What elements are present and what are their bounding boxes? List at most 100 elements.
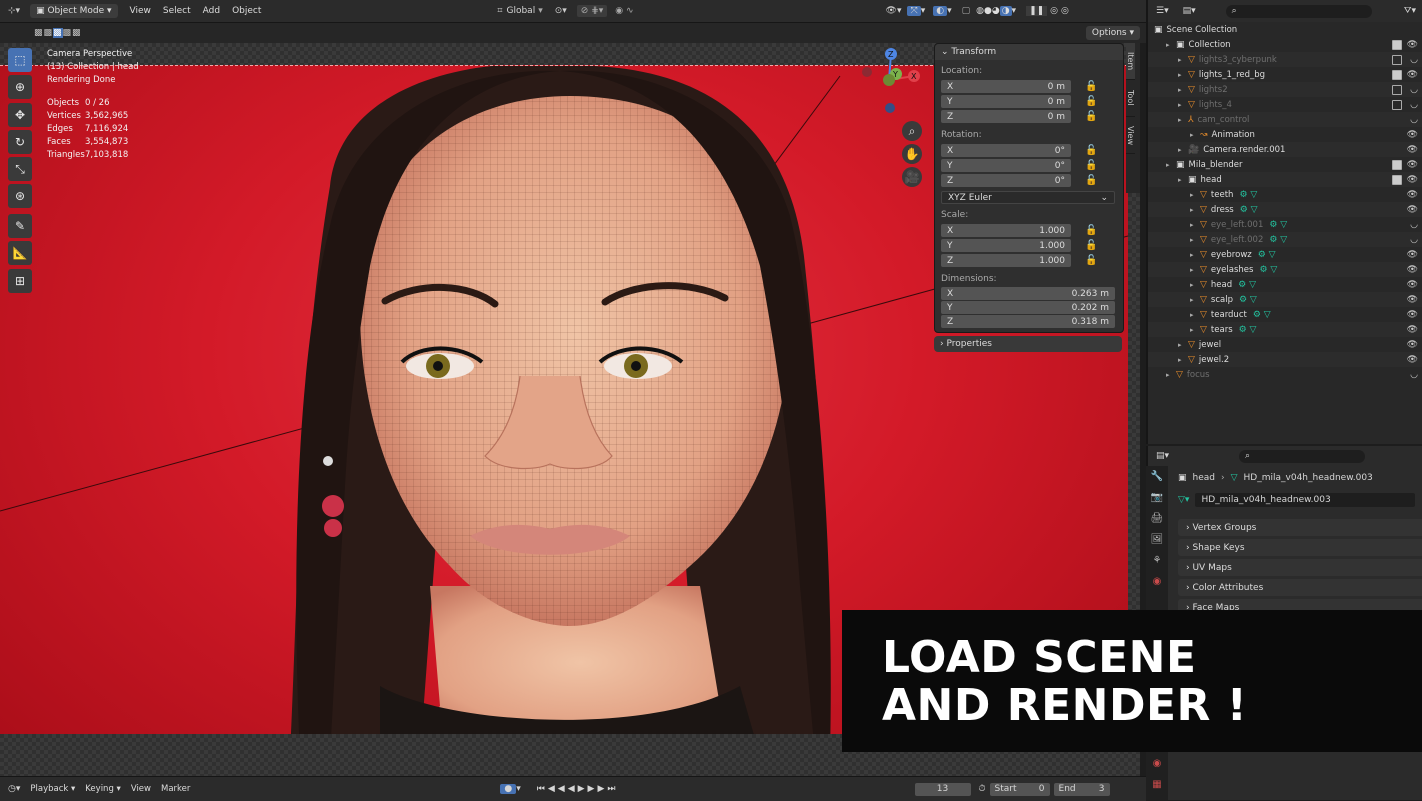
- scene-tab-icon[interactable]: ⚘: [1146, 550, 1168, 571]
- section-color-attributes[interactable]: › Color Attributes: [1178, 579, 1422, 596]
- outliner-row[interactable]: ▸ ▽ eye_left.001 ⚙ ▽ ◡: [1148, 217, 1422, 232]
- exclude-checkbox[interactable]: [1392, 99, 1402, 110]
- expand-arrow-icon[interactable]: ▸: [1190, 131, 1200, 139]
- exclude-checkbox[interactable]: [1392, 54, 1402, 65]
- visibility-eye-icon[interactable]: ◡: [1410, 235, 1418, 245]
- outliner-editor-icon[interactable]: ☰▾: [1156, 6, 1169, 16]
- lock-icon[interactable]: 🔓: [1085, 240, 1097, 251]
- outliner-row[interactable]: ▸ ▽ eyebrowz ⚙ ▽ 👁: [1148, 247, 1422, 262]
- expand-arrow-icon[interactable]: ▸: [1190, 281, 1200, 289]
- xray-icon[interactable]: ▢: [962, 6, 971, 16]
- lock-icon[interactable]: 🔓: [1085, 111, 1097, 122]
- render-tab-icon[interactable]: 📷: [1146, 487, 1168, 508]
- overlay-toggle-icon[interactable]: ◐: [933, 6, 948, 16]
- transform-orientation[interactable]: ⌗ Global ▾: [497, 6, 542, 16]
- expand-arrow-icon[interactable]: ▸: [1166, 371, 1176, 379]
- expand-arrow-icon[interactable]: ▸: [1178, 341, 1188, 349]
- menu-keying[interactable]: Keying ▾: [85, 784, 121, 794]
- menu-playback[interactable]: Playback ▾: [30, 784, 75, 794]
- outliner-row[interactable]: ▸ ▣ head 👁: [1148, 172, 1422, 187]
- outliner-row[interactable]: ▸ ▽ lights_4 ◡: [1148, 97, 1422, 112]
- visibility-eye-icon[interactable]: ◡: [1410, 220, 1418, 230]
- visibility-eye-icon[interactable]: 👁: [1407, 340, 1418, 350]
- visibility-eye-icon[interactable]: ◡: [1410, 85, 1418, 95]
- lock-icon[interactable]: 🔓: [1085, 175, 1097, 186]
- visibility-icon[interactable]: 👁▾: [886, 6, 902, 16]
- dimension-z-field[interactable]: Z 0.318 m: [941, 315, 1115, 328]
- rotation-y-field[interactable]: Y 0°: [941, 159, 1071, 172]
- filter-icon[interactable]: ⛛▾: [1404, 6, 1416, 16]
- scale-z-field[interactable]: Z 1.000: [941, 254, 1071, 267]
- dimension-y-field[interactable]: Y 0.202 m: [941, 301, 1115, 314]
- transform-icon[interactable]: ⊛: [8, 184, 32, 208]
- annotate-icon[interactable]: ✎: [8, 214, 32, 238]
- section-uv-maps[interactable]: › UV Maps: [1178, 559, 1422, 576]
- expand-arrow-icon[interactable]: ▸: [1178, 56, 1188, 64]
- expand-arrow-icon[interactable]: ▸: [1190, 251, 1200, 259]
- visibility-eye-icon[interactable]: 👁: [1407, 250, 1418, 260]
- expand-arrow-icon[interactable]: ▸: [1190, 326, 1200, 334]
- playback-controls[interactable]: ⏮◀◀◀▶▶▶⏭: [537, 784, 619, 794]
- expand-arrow-icon[interactable]: ▸: [1178, 71, 1188, 79]
- transform-panel-header[interactable]: ⌄ Transform: [935, 44, 1123, 60]
- scale-y-field[interactable]: Y 1.000: [941, 239, 1071, 252]
- expand-arrow-icon[interactable]: ▸: [1178, 86, 1188, 94]
- editor-type-icon[interactable]: ⊹▾: [8, 6, 20, 16]
- output-tab-icon[interactable]: 🖨: [1146, 508, 1168, 529]
- menu-object[interactable]: Object: [232, 6, 261, 16]
- proportional-icon[interactable]: ◉ ∿: [615, 6, 633, 16]
- lock-icon[interactable]: 🔓: [1085, 81, 1097, 92]
- view-layer-tab-icon[interactable]: 🖼: [1146, 529, 1168, 550]
- zoom-icon[interactable]: ⌕: [902, 121, 922, 141]
- shading-icons[interactable]: ◍●◕ ◑: [976, 6, 1012, 16]
- pan-hand-icon[interactable]: ✋: [902, 144, 922, 164]
- pivot-icon[interactable]: ⊙▾: [555, 6, 567, 16]
- outliner-row[interactable]: ▸ ▽ lights2 ◡: [1148, 82, 1422, 97]
- texture-tab-icon[interactable]: ▦: [1146, 774, 1168, 795]
- expand-arrow-icon[interactable]: ▸: [1190, 191, 1200, 199]
- menu-marker[interactable]: Marker: [161, 784, 190, 794]
- autokey-button[interactable]: ●: [500, 784, 517, 794]
- visibility-eye-icon[interactable]: 👁: [1407, 310, 1418, 320]
- lock-icon[interactable]: 🔓: [1085, 225, 1097, 236]
- dimension-x-field[interactable]: X 0.263 m: [941, 287, 1115, 300]
- outliner-row[interactable]: ▸ ▣ Mila_blender 👁: [1148, 157, 1422, 172]
- outliner-row[interactable]: ▸ ▽ lights_1_red_bg 👁: [1148, 67, 1422, 82]
- visibility-eye-icon[interactable]: ◡: [1410, 100, 1418, 110]
- select-mode-icons[interactable]: ▩▩▩▩▩: [34, 28, 82, 38]
- visibility-eye-icon[interactable]: 👁: [1407, 175, 1418, 185]
- exclude-checkbox[interactable]: [1392, 39, 1402, 50]
- timeline-editor-icon[interactable]: ◷▾: [8, 784, 20, 794]
- rotation-mode-select[interactable]: XYZ Euler ⌄: [941, 191, 1115, 204]
- end-frame-field[interactable]: End 3: [1053, 782, 1110, 796]
- start-frame-field[interactable]: Start 0: [989, 782, 1050, 796]
- navigation-gizmo[interactable]: Z X Y: [858, 48, 928, 118]
- expand-arrow-icon[interactable]: ▸: [1190, 311, 1200, 319]
- rotation-x-field[interactable]: X 0°: [941, 144, 1071, 157]
- expand-arrow-icon[interactable]: ▸: [1166, 41, 1176, 49]
- visibility-eye-icon[interactable]: 👁: [1407, 325, 1418, 335]
- expand-arrow-icon[interactable]: ▸: [1190, 221, 1200, 229]
- location-z-field[interactable]: Z 0 m: [941, 110, 1071, 123]
- visibility-eye-icon[interactable]: 👁: [1407, 190, 1418, 200]
- outliner-row[interactable]: ▸ ▽ eye_left.002 ⚙ ▽ ◡: [1148, 232, 1422, 247]
- outliner-row[interactable]: ▸ 🎥 Camera.render.001 👁: [1148, 142, 1422, 157]
- gizmo-toggle-icon[interactable]: ⤧: [907, 6, 921, 16]
- section-shape-keys[interactable]: › Shape Keys: [1178, 539, 1422, 556]
- add-cube-icon[interactable]: ⊞: [8, 269, 32, 293]
- expand-arrow-icon[interactable]: ▸: [1178, 101, 1188, 109]
- visibility-eye-icon[interactable]: 👁: [1407, 205, 1418, 215]
- visibility-eye-icon[interactable]: ◡: [1410, 370, 1418, 380]
- outliner-row[interactable]: ▸ ▽ eyelashes ⚙ ▽ 👁: [1148, 262, 1422, 277]
- scale-x-field[interactable]: X 1.000: [941, 224, 1071, 237]
- mesh-name-field[interactable]: HD_mila_v04h_headnew.003: [1195, 493, 1416, 507]
- move-icon[interactable]: ✥: [8, 103, 32, 127]
- expand-arrow-icon[interactable]: ▸: [1178, 146, 1188, 154]
- outliner-row[interactable]: ▸ ▽ tearduct ⚙ ▽ 👁: [1148, 307, 1422, 322]
- visibility-eye-icon[interactable]: 👁: [1407, 295, 1418, 305]
- tab-tool[interactable]: Tool: [1126, 80, 1135, 117]
- render-pause-icon[interactable]: ❚❚: [1026, 6, 1048, 16]
- expand-arrow-icon[interactable]: ▸: [1178, 176, 1188, 184]
- render-settings-icon[interactable]: ◎: [1061, 6, 1069, 16]
- outliner-row[interactable]: ▸ ▽ teeth ⚙ ▽ 👁: [1148, 187, 1422, 202]
